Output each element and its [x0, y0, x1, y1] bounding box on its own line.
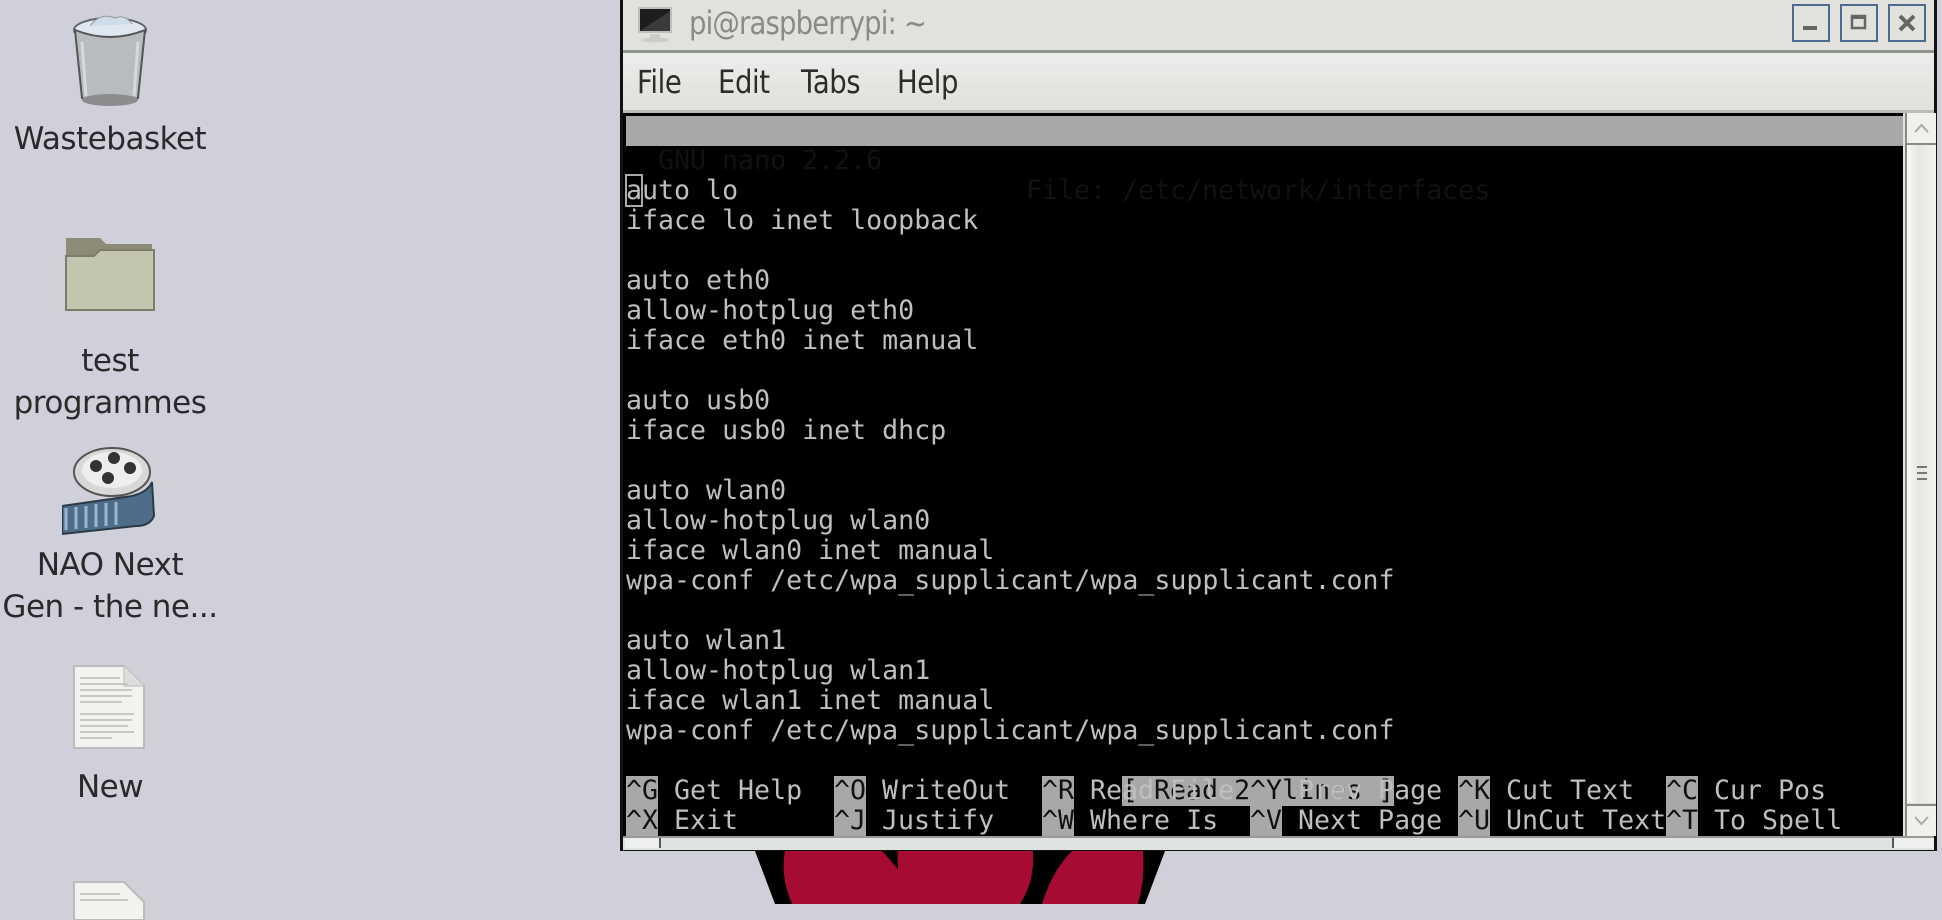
menu-file[interactable]: File: [637, 63, 682, 101]
shortcut-label: Cut Text: [1506, 775, 1635, 806]
shortcut-label: Get Help: [674, 775, 803, 806]
desktop-icon-label-line1: test: [81, 343, 139, 379]
shortcut-label: Next Page: [1298, 805, 1443, 836]
maximize-icon: [1850, 14, 1867, 30]
editor-line: allow-hotplug eth0: [626, 295, 915, 326]
scroll-up-button[interactable]: [1907, 113, 1936, 145]
chevron-up-icon: [1914, 123, 1929, 133]
scrollbar-thumb[interactable]: [1907, 145, 1936, 803]
shortcut-label: Read File: [1090, 775, 1235, 806]
shortcut-key[interactable]: ^W: [1042, 806, 1075, 836]
maximize-button[interactable]: [1840, 4, 1878, 42]
window-title: pi@raspberrypi: ~: [689, 4, 927, 42]
status-line: [ Read 20 lines ]: [626, 746, 1903, 806]
editor-line: auto wlan0: [626, 475, 787, 506]
shortcut-key[interactable]: ^O: [834, 776, 867, 806]
close-icon: [1898, 14, 1916, 32]
scroll-right-button[interactable]: [1892, 838, 1934, 848]
nano-title-bar: GNU nano 2.2.6 File: /etc/network/interf…: [626, 116, 1903, 206]
editor-line: iface usb0 inet dhcp: [626, 415, 947, 446]
shortcut-key[interactable]: ^J: [834, 806, 867, 836]
editor-line: allow-hotplug wlan1: [626, 655, 931, 686]
shortcut-label: Prev Page: [1298, 775, 1443, 806]
minimize-button[interactable]: [1792, 4, 1830, 42]
editor-line: iface lo inet loopback: [626, 205, 979, 236]
shortcut-key[interactable]: ^R: [1042, 776, 1075, 806]
desktop-icon-label-line1: NAO Next: [36, 547, 184, 583]
desktop-icon-wastebasket[interactable]: Wastebasket: [0, 12, 220, 160]
menu-tabs[interactable]: Tabs: [801, 63, 861, 101]
editor-line: iface wlan0 inet manual: [626, 535, 995, 566]
minimize-icon: [1803, 26, 1817, 30]
nano-version: GNU nano 2.2.6: [658, 145, 883, 176]
editor-line: iface eth0 inet manual: [626, 325, 979, 356]
shortcut-key[interactable]: ^V: [1250, 806, 1283, 836]
shortcut-key[interactable]: ^G: [626, 776, 659, 806]
chevron-down-icon: [1914, 816, 1929, 826]
editor-line: auto eth0: [626, 265, 771, 296]
desktop-icon-test-programmes[interactable]: test programmes: [0, 234, 220, 424]
text-file-icon: [73, 881, 145, 920]
shortcut-label: Cur Pos: [1714, 775, 1827, 806]
shortcut-key[interactable]: ^K: [1458, 776, 1491, 806]
shortcut-key[interactable]: ^X: [626, 806, 659, 836]
raspberry-pi-logo: [755, 851, 1165, 904]
menu-help[interactable]: Help: [897, 63, 958, 101]
shortcut-key[interactable]: ^Y: [1250, 776, 1283, 806]
nano-file-name: File: /etc/network/interfaces: [1026, 175, 1491, 206]
shortcut-label: WriteOut: [882, 775, 1011, 806]
menu-edit[interactable]: Edit: [718, 63, 770, 101]
shortcut-key[interactable]: ^C: [1666, 776, 1699, 806]
editor-line: iface wlan1 inet manual: [626, 685, 995, 716]
terminal-area[interactable]: GNU nano 2.2.6 File: /etc/network/interf…: [623, 113, 1903, 836]
text-file-icon: [73, 665, 145, 749]
shortcut-key[interactable]: ^T: [1666, 806, 1699, 836]
close-button[interactable]: [1888, 4, 1926, 42]
folder-icon: [65, 238, 155, 311]
desktop-icon-nao-video[interactable]: NAO Next Gen - the ne...: [0, 446, 220, 628]
shortcut-label: Justify: [882, 805, 995, 836]
desktop-icon-label: New: [76, 769, 144, 805]
trash-icon: [73, 15, 147, 106]
vertical-scrollbar[interactable]: [1905, 113, 1936, 836]
scroll-down-button[interactable]: [1907, 804, 1936, 836]
shortcut-label: UnCut Text: [1506, 805, 1667, 836]
desktop-icon-file[interactable]: [0, 880, 220, 920]
scroll-left-button[interactable]: [625, 838, 661, 848]
desktop-icon-label-line2: Gen - the ne...: [2, 589, 218, 625]
editor-line: auto lo: [624, 174, 739, 207]
shortcut-label: To Spell: [1714, 805, 1843, 836]
shortcut-row-2: ^X Exit ^J Justify ^W Where Is ^V Next Page ^U Un…: [626, 806, 1903, 836]
editor-line: auto usb0: [626, 385, 771, 416]
editor-line: wpa-conf /etc/wpa_supplicant/wpa_supplic…: [626, 565, 1395, 596]
desktop-icon-label: Wastebasket: [13, 121, 207, 157]
shortcut-label: Where Is: [1090, 805, 1219, 836]
editor-line: wpa-conf /etc/wpa_supplicant/wpa_supplic…: [626, 715, 1395, 746]
video-file-icon: [62, 447, 156, 536]
desktop-icon-new[interactable]: New: [0, 664, 220, 808]
shortcut-row-1: ^G Get Help ^O WriteOut ^R Read File ^Y Prev Pa…: [626, 776, 1903, 806]
horizontal-scrollbar[interactable]: [623, 836, 1934, 850]
shortcut-key[interactable]: ^U: [1458, 806, 1491, 836]
editor-line: auto wlan1: [626, 625, 787, 656]
desktop-icon-label-line2: programmes: [13, 385, 207, 421]
terminal-app-icon: [638, 7, 672, 43]
terminal-window: pi@raspberrypi: ~ File Edit Tabs Help GN…: [620, 0, 1937, 851]
grip-icon: [1917, 466, 1927, 480]
menu-bar: File Edit Tabs Help: [623, 53, 1934, 113]
title-bar[interactable]: pi@raspberrypi: ~: [623, 0, 1934, 53]
shortcut-label: Exit: [674, 805, 739, 836]
editor-line: allow-hotplug wlan0: [626, 505, 931, 536]
text-cursor: a: [624, 174, 644, 207]
